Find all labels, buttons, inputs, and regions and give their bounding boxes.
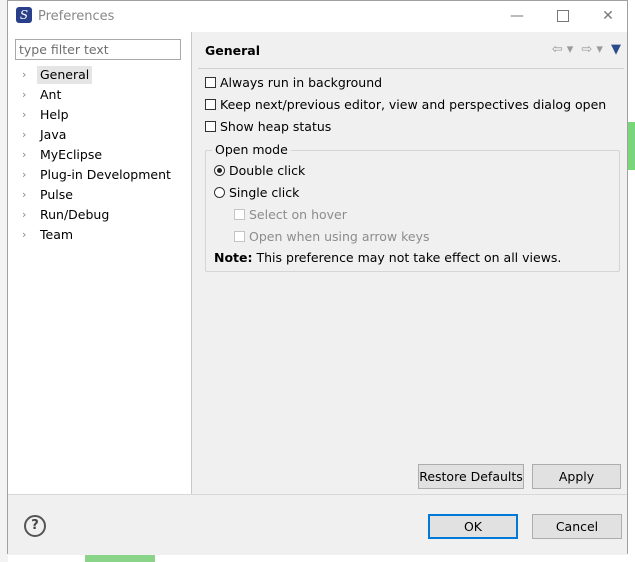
chevron-right-icon[interactable]: ›	[22, 165, 34, 185]
back-arrow-icon[interactable]: ⇦	[552, 42, 563, 57]
keep-dialog-open-option[interactable]: Keep next/previous editor, view and pers…	[205, 95, 606, 115]
tree-item-team[interactable]: › Team	[8, 225, 191, 245]
tree-item-general[interactable]: › General	[8, 65, 191, 85]
tree-item-ant[interactable]: › Ant	[8, 85, 191, 105]
tree-item-run-debug[interactable]: › Run/Debug	[8, 205, 191, 225]
open-mode-group: Open mode Double click Single click Sele…	[205, 142, 620, 272]
radio-label: Double click	[229, 163, 306, 178]
open-mode-label: Open mode	[212, 142, 291, 158]
forward-menu-icon[interactable]: ▾	[596, 42, 603, 57]
chevron-right-icon[interactable]: ›	[22, 185, 34, 205]
chevron-right-icon[interactable]: ›	[22, 125, 34, 145]
double-click-option[interactable]: Double click	[214, 161, 305, 181]
preference-page: General ⇦ ▾ ⇨ ▾ ▼ Always run in background…	[192, 32, 627, 494]
checkbox-label: Always run in background	[220, 75, 383, 90]
show-heap-status-option[interactable]: Show heap status	[205, 117, 331, 137]
radio-label: Single click	[229, 185, 300, 200]
preferences-dialog: S Preferences — ✕ › General › Ant › Help…	[7, 0, 628, 555]
single-click-option[interactable]: Single click	[214, 183, 299, 203]
show-heap-status-checkbox[interactable]	[205, 121, 216, 132]
tree-item-java[interactable]: › Java	[8, 125, 191, 145]
minimize-button[interactable]: —	[494, 1, 540, 31]
checkbox-label: Open when using arrow keys	[249, 229, 430, 244]
filter-input[interactable]	[15, 39, 181, 60]
preference-tree-pane: › General › Ant › Help › Java › MyEclips…	[8, 32, 192, 494]
chevron-right-icon[interactable]: ›	[22, 85, 34, 105]
double-click-radio[interactable]	[214, 165, 225, 176]
back-menu-icon[interactable]: ▾	[567, 42, 574, 57]
single-click-radio[interactable]	[214, 187, 225, 198]
tree-item-label: Java	[40, 127, 67, 142]
page-header: General ⇦ ▾ ⇨ ▾ ▼	[192, 32, 627, 67]
chevron-right-icon[interactable]: ›	[22, 225, 34, 245]
help-icon[interactable]: ?	[24, 515, 46, 537]
maximize-icon	[557, 10, 569, 22]
window-title: Preferences	[38, 9, 115, 24]
background-window-highlight	[628, 122, 635, 170]
apply-button[interactable]: Apply	[532, 464, 621, 489]
tree-item-plugin-development[interactable]: › Plug-in Development	[8, 165, 191, 185]
tree-item-label: Plug-in Development	[40, 167, 171, 182]
view-menu-icon[interactable]: ▼	[611, 42, 621, 57]
chevron-right-icon[interactable]: ›	[22, 145, 34, 165]
app-icon: S	[16, 7, 32, 23]
forward-arrow-icon[interactable]: ⇨	[581, 42, 592, 57]
page-nav: ⇦ ▾ ⇨ ▾ ▼	[548, 42, 621, 57]
tree-item-label: Run/Debug	[40, 207, 110, 222]
tree-item-myeclipse[interactable]: › MyEclipse	[8, 145, 191, 165]
title-bar[interactable]: S Preferences — ✕	[8, 1, 627, 32]
cancel-button[interactable]: Cancel	[532, 514, 622, 539]
background-window-right	[628, 0, 635, 562]
tree-item-pulse[interactable]: › Pulse	[8, 185, 191, 205]
tree-item-label: MyEclipse	[40, 147, 103, 162]
checkbox-label: Keep next/previous editor, view and pers…	[220, 97, 607, 112]
chevron-right-icon[interactable]: ›	[22, 65, 34, 85]
note-text: This preference may not take effect on a…	[252, 250, 562, 265]
always-run-background-checkbox[interactable]	[205, 77, 216, 88]
dialog-footer: ? OK Cancel	[8, 494, 627, 555]
open-mode-note: Note: This preference may not take effec…	[214, 249, 561, 267]
tree-item-label: Team	[40, 227, 74, 242]
open-arrow-keys-option: Open when using arrow keys	[234, 227, 430, 247]
always-run-background-option[interactable]: Always run in background	[205, 73, 382, 93]
open-arrow-keys-checkbox	[234, 231, 245, 242]
note-label: Note:	[214, 250, 253, 265]
maximize-button[interactable]	[540, 1, 586, 31]
close-button[interactable]: ✕	[585, 1, 631, 31]
tree-item-label: General	[37, 66, 93, 84]
tree-item-label: Ant	[40, 87, 62, 102]
page-title: General	[205, 43, 260, 58]
tree-item-label: Help	[40, 107, 69, 122]
header-divider	[198, 68, 624, 69]
select-on-hover-checkbox	[234, 209, 245, 220]
chevron-right-icon[interactable]: ›	[22, 205, 34, 225]
ok-button[interactable]: OK	[428, 514, 518, 539]
tree-item-help[interactable]: › Help	[8, 105, 191, 125]
restore-defaults-button[interactable]: Restore Defaults	[418, 464, 524, 489]
select-on-hover-option: Select on hover	[234, 205, 347, 225]
checkbox-label: Select on hover	[249, 207, 347, 222]
preference-tree: › General › Ant › Help › Java › MyEclips…	[8, 65, 191, 245]
checkbox-label: Show heap status	[220, 119, 332, 134]
chevron-right-icon[interactable]: ›	[22, 105, 34, 125]
tree-item-label: Pulse	[40, 187, 73, 202]
keep-dialog-open-checkbox[interactable]	[205, 99, 216, 110]
